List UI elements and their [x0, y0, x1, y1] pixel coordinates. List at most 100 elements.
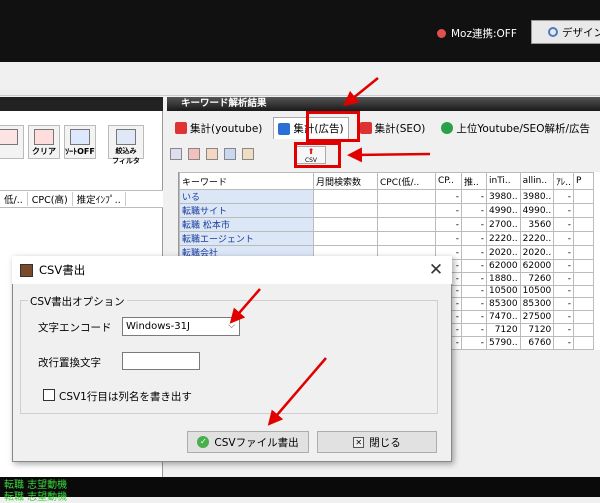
table-cell[interactable]: [573, 335, 595, 350]
table-cell[interactable]: -: [461, 203, 487, 218]
table-cell[interactable]: [573, 271, 595, 286]
table-cell[interactable]: 4990..: [519, 203, 555, 218]
table-cell[interactable]: -: [553, 322, 575, 337]
table-cell[interactable]: -: [553, 297, 575, 312]
table-row[interactable]: いる - -3980.. 3980.. -: [179, 189, 595, 204]
table-cell[interactable]: -: [553, 245, 575, 260]
table-cell[interactable]: -: [553, 203, 575, 218]
table-cell[interactable]: 3980..: [519, 189, 555, 204]
table-cell[interactable]: 3980..: [486, 189, 521, 204]
table-cell[interactable]: 2700..: [486, 217, 521, 232]
table-cell[interactable]: -: [435, 189, 462, 204]
table-cell[interactable]: [573, 284, 595, 299]
table-cell[interactable]: -: [553, 284, 575, 299]
table-row[interactable]: 転職 松本市 - -2700.. 3560-: [179, 217, 595, 232]
grid-icon[interactable]: [170, 148, 182, 160]
table-cell[interactable]: 5790..: [486, 335, 521, 350]
table-cell[interactable]: [573, 203, 595, 218]
tab-top-analysis[interactable]: 上位Youtube/SEO解析/広告: [436, 117, 595, 139]
column-header[interactable]: 推定ｲﾝﾌﾟ..: [73, 192, 126, 206]
table-cell[interactable]: -: [461, 310, 487, 324]
column-header[interactable]: P: [573, 172, 595, 190]
design-button[interactable]: デザイン: [531, 20, 600, 44]
table-cell[interactable]: [573, 189, 595, 204]
table-cell[interactable]: -: [435, 231, 462, 246]
table-cell[interactable]: -: [461, 189, 487, 204]
table-cell[interactable]: -: [553, 310, 575, 324]
close-icon[interactable]: ✕: [424, 258, 448, 282]
tab-youtube-summary[interactable]: 集計(youtube): [170, 117, 267, 139]
left-tool-button-1[interactable]: [0, 125, 24, 159]
table-cell[interactable]: 27500: [519, 310, 555, 324]
keyword-cell[interactable]: 転職エージェント: [179, 231, 314, 246]
table-cell[interactable]: -: [461, 271, 487, 286]
sort-off-button[interactable]: ｿｰﾄOFF: [64, 125, 96, 159]
column-header[interactable]: 月間検索数: [313, 172, 378, 190]
filter-button[interactable]: 絞込み フィルタ: [108, 125, 144, 165]
table-cell[interactable]: -: [553, 189, 575, 204]
moz-status[interactable]: Moz連携:OFF: [437, 26, 517, 41]
table-cell[interactable]: 85300: [486, 297, 521, 312]
table-cell[interactable]: -: [435, 217, 462, 232]
table-cell[interactable]: 7260: [519, 271, 555, 286]
encoding-select[interactable]: Windows-31J ⌵: [122, 317, 240, 336]
table-cell[interactable]: 62000: [486, 259, 521, 273]
table-cell[interactable]: -: [435, 203, 462, 218]
close-button[interactable]: ✕ 閉じる: [317, 431, 437, 453]
table-cell[interactable]: 4990..: [486, 203, 521, 218]
table-cell[interactable]: [573, 297, 595, 312]
column-header[interactable]: ｱﾚ..: [553, 172, 575, 190]
table-cell[interactable]: [377, 189, 436, 204]
table-row[interactable]: 転職エージェント - -2220.. 2220.. -: [179, 231, 595, 246]
table-cell[interactable]: -: [461, 322, 487, 337]
table-cell[interactable]: [313, 203, 378, 218]
column-header[interactable]: キーワード: [179, 172, 314, 190]
table-cell[interactable]: 62000: [519, 259, 555, 273]
export-icon[interactable]: [206, 148, 218, 160]
table-cell[interactable]: -: [461, 245, 487, 260]
table-cell[interactable]: [313, 231, 378, 246]
table-cell[interactable]: 10500: [486, 284, 521, 299]
table-cell[interactable]: 2020..: [519, 245, 555, 260]
column-header[interactable]: 低/..: [0, 192, 28, 206]
table-cell[interactable]: 3560: [519, 217, 555, 232]
csv-export-button[interactable]: ✓ CSVファイル書出: [187, 431, 309, 453]
table-cell[interactable]: 2220..: [519, 231, 555, 246]
column-header[interactable]: allin..: [519, 172, 555, 190]
table-cell[interactable]: [573, 217, 595, 232]
sort-icon[interactable]: [242, 148, 254, 160]
table-cell[interactable]: [573, 322, 595, 337]
table-cell[interactable]: [573, 310, 595, 324]
tab-seo-summary[interactable]: 集計(SEO): [355, 117, 431, 139]
table-cell[interactable]: -: [553, 231, 575, 246]
table-cell[interactable]: 10500: [519, 284, 555, 299]
table-cell[interactable]: 2220..: [486, 231, 521, 246]
chart-icon[interactable]: [188, 148, 200, 160]
table-cell[interactable]: -: [553, 259, 575, 273]
header-row-checkbox[interactable]: [43, 389, 55, 401]
table-cell[interactable]: 1880..: [486, 271, 521, 286]
column-header[interactable]: CPC(低/..: [377, 172, 436, 190]
keyword-cell[interactable]: 転職 松本市: [179, 217, 314, 232]
table-cell[interactable]: -: [553, 335, 575, 350]
table-cell[interactable]: -: [461, 259, 487, 273]
table-cell[interactable]: -: [461, 335, 487, 350]
table-cell[interactable]: 7470..: [486, 310, 521, 324]
table-cell[interactable]: 85300: [519, 297, 555, 312]
replace-char-input[interactable]: [122, 352, 200, 370]
table-row[interactable]: 転職サイト - -4990.. 4990.. -: [179, 203, 595, 218]
table-cell[interactable]: -: [553, 217, 575, 232]
table-cell[interactable]: -: [461, 284, 487, 299]
copy-icon[interactable]: [224, 148, 236, 160]
column-header[interactable]: CPC(高): [28, 192, 73, 206]
clear-button[interactable]: クリア: [28, 125, 60, 159]
table-cell[interactable]: [313, 217, 378, 232]
table-cell[interactable]: 2020..: [486, 245, 521, 260]
table-cell[interactable]: 6760: [519, 335, 555, 350]
table-cell[interactable]: [377, 217, 436, 232]
table-cell[interactable]: -: [461, 297, 487, 312]
table-cell[interactable]: [313, 189, 378, 204]
column-header[interactable]: 推..: [461, 172, 487, 190]
table-cell[interactable]: [573, 231, 595, 246]
table-cell[interactable]: [377, 231, 436, 246]
